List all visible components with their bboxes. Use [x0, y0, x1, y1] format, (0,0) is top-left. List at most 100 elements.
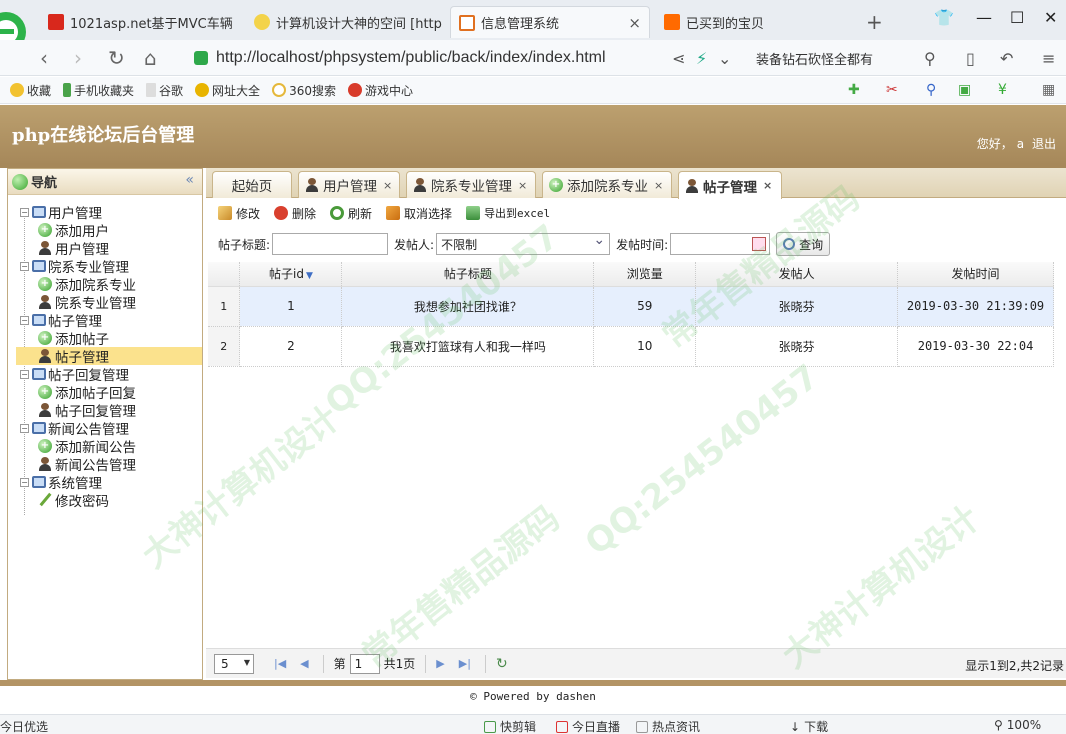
collapse-node-icon[interactable]: − [20, 423, 29, 433]
collapse-node-icon[interactable]: − [20, 261, 29, 271]
tree-node-news-mgmt[interactable]: − 新闻公告管理 [8, 419, 202, 438]
close-icon[interactable]: × [763, 179, 772, 192]
collapse-node-icon[interactable]: − [20, 315, 29, 325]
tree-item-add-user[interactable]: + 添加用户 [8, 221, 202, 240]
time-input[interactable] [670, 233, 771, 255]
tree-node-user-mgmt[interactable]: − 用户管理 [8, 203, 202, 222]
poster-select[interactable]: 不限制 [436, 232, 611, 255]
table-row[interactable]: 1 1 我想参加社团找谁？ 59 张晓芬 2019-03-30 21:39:09 [208, 286, 1054, 327]
calendar-icon[interactable] [752, 237, 767, 251]
collapse-icon[interactable]: « [185, 172, 194, 188]
column-header-id[interactable]: 帖子id ▼ [239, 262, 343, 287]
table-row[interactable]: 2 2 我喜欢打篮球有人和我一样吗 10 张晓芬 2019-03-30 22:0… [208, 326, 1054, 367]
status-hot-news[interactable]: 热点资讯 [636, 718, 700, 734]
collapse-node-icon[interactable]: − [20, 369, 29, 379]
tab-post-mgmt[interactable]: 帖子管理 × [678, 171, 782, 199]
close-tab-icon[interactable]: × [628, 14, 641, 32]
maximize-icon[interactable]: ☐ [1010, 8, 1024, 27]
prev-page-icon[interactable]: ◀ [300, 657, 308, 670]
tab-user-mgmt[interactable]: 用户管理 × [298, 171, 400, 198]
status-download[interactable]: ↓ 下载 [790, 718, 828, 734]
close-icon[interactable]: × [654, 179, 663, 192]
refresh-button[interactable]: 刷新 [330, 205, 372, 222]
bookmark-360search[interactable]: 360搜索 [272, 82, 336, 99]
reload-page-icon[interactable]: ↻ [496, 656, 508, 672]
bookmark-mobile[interactable]: 手机收藏夹 [63, 82, 134, 99]
page-number-input[interactable]: 1 [349, 653, 380, 674]
export-excel-button[interactable]: 导出到excel [466, 205, 550, 221]
browser-tab-active[interactable]: 信息管理系统 × [450, 6, 650, 38]
tree-node-reply-mgmt[interactable]: − 帖子回复管理 [8, 365, 202, 384]
tree-item-reply-list[interactable]: 帖子回复管理 [8, 401, 202, 420]
status-zoom[interactable]: ⚲ 100% [994, 718, 1041, 732]
status-quick-edit[interactable]: 快剪辑 [484, 718, 536, 734]
extension-icon[interactable]: ✚ [848, 82, 860, 98]
tree-item-dept-list[interactable]: 院系专业管理 [8, 293, 202, 312]
browser-tab-1[interactable]: 1021asp.net基于MVC车辆 [40, 6, 240, 38]
close-icon[interactable]: × [518, 179, 527, 192]
tree-item-change-password[interactable]: 修改密码 [8, 491, 202, 510]
new-tab-icon[interactable]: + [866, 10, 883, 34]
column-header-views[interactable]: 浏览量 [593, 262, 697, 287]
menu-icon[interactable]: ≡ [1042, 49, 1055, 68]
tree-item-add-post[interactable]: + 添加帖子 [8, 329, 202, 348]
column-header-poster[interactable]: 发帖人 [695, 262, 899, 287]
share-icon[interactable]: ⋖ [672, 49, 685, 68]
status-live[interactable]: 今日直播 [556, 718, 620, 734]
last-page-icon[interactable]: ▶| [459, 657, 471, 670]
tree-item-add-reply[interactable]: + 添加帖子回复 [8, 383, 202, 402]
bookmark-google[interactable]: 谷歌 [146, 82, 183, 99]
scissors-icon[interactable]: ✂ [886, 82, 898, 98]
tab-home[interactable]: 起始页 [212, 171, 292, 198]
tree-item-post-list[interactable]: 帖子管理 [16, 347, 202, 366]
browser-tab-2[interactable]: 计算机设计大神的空间 [http [246, 6, 446, 38]
browser-tab-4[interactable]: 已买到的宝贝 [656, 6, 856, 38]
collapse-node-icon[interactable]: − [20, 477, 29, 487]
reload-icon[interactable]: ↻ [108, 46, 125, 70]
tree-item-add-news[interactable]: + 添加新闻公告 [8, 437, 202, 456]
dropdown-icon[interactable]: ⌄ [718, 49, 731, 68]
gamepad-icon[interactable]: ▣ [958, 82, 971, 98]
next-page-icon[interactable]: ▶ [436, 657, 444, 670]
back-icon[interactable]: ‹ [40, 46, 48, 70]
undo-icon[interactable]: ↶ [1000, 49, 1013, 68]
tree-item-user-list[interactable]: 用户管理 [8, 239, 202, 258]
first-page-icon[interactable]: |◀ [274, 657, 286, 670]
tree-item-news-list[interactable]: 新闻公告管理 [8, 455, 202, 474]
apps-icon[interactable]: ▦ [1042, 82, 1055, 98]
tab-add-dept[interactable]: + 添加院系专业 × [542, 171, 672, 198]
tree-item-add-dept[interactable]: + 添加院系专业 [8, 275, 202, 294]
collapse-node-icon[interactable]: − [20, 207, 29, 217]
cancel-select-button[interactable]: 取消选择 [386, 205, 452, 222]
search-icon[interactable]: ⚲ [924, 49, 936, 68]
title-input[interactable] [272, 233, 389, 255]
page-size-select[interactable]: 5 [214, 653, 254, 674]
close-window-icon[interactable]: ✕ [1044, 8, 1057, 27]
money-icon[interactable]: ¥ [998, 82, 1007, 98]
magnifier-icon[interactable]: ⚲ [926, 82, 936, 98]
status-daily-pick[interactable]: 今日优选 [0, 718, 48, 734]
bookmark-favorites[interactable]: 收藏 [10, 82, 51, 99]
minimize-icon[interactable]: — [976, 8, 992, 27]
tree-node-system-mgmt[interactable]: − 系统管理 [8, 473, 202, 492]
shirt-icon[interactable]: 👕 [934, 8, 954, 27]
logout-link[interactable]: 退出 [1032, 137, 1056, 151]
user-icon [38, 349, 52, 363]
close-icon[interactable]: × [383, 179, 392, 192]
mobile-icon[interactable]: ▯ [966, 49, 975, 68]
edit-button[interactable]: 修改 [218, 205, 260, 222]
flash-icon[interactable]: ⚡ [696, 49, 707, 68]
bookmark-sites[interactable]: 网址大全 [195, 82, 260, 99]
tree-node-dept-mgmt[interactable]: − 院系专业管理 [8, 257, 202, 276]
query-button[interactable]: 查询 [776, 232, 831, 256]
forward-icon[interactable]: › [74, 46, 82, 70]
home-icon[interactable]: ⌂ [144, 46, 157, 70]
search-box[interactable]: 装备钻石砍怪全都有 [748, 45, 948, 71]
bookmark-games[interactable]: 游戏中心 [347, 82, 413, 99]
column-header-title[interactable]: 帖子标题 [341, 262, 595, 287]
tab-dept-mgmt[interactable]: 院系专业管理 × [406, 171, 536, 198]
delete-button[interactable]: 删除 [274, 205, 316, 222]
column-header-time[interactable]: 发帖时间 [897, 262, 1054, 287]
tree-node-post-mgmt[interactable]: − 帖子管理 [8, 311, 202, 330]
url-input[interactable]: http://localhost/phpsystem/public/back/i… [186, 45, 736, 71]
